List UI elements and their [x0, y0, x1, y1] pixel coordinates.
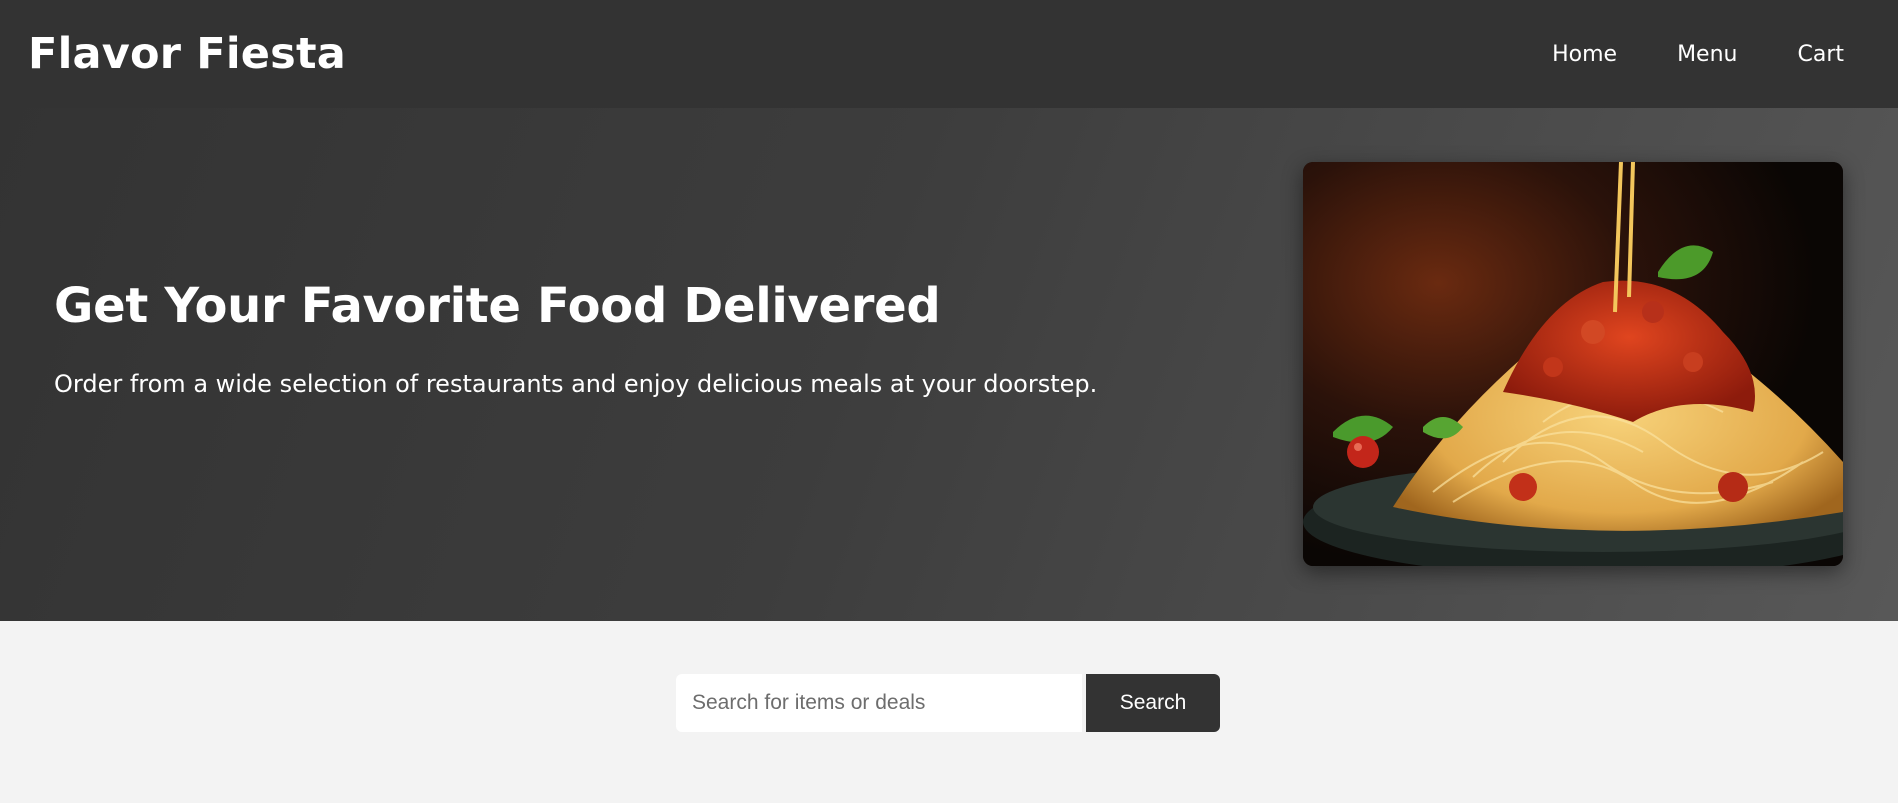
search-input[interactable]	[676, 674, 1082, 732]
hero-text: Get Your Favorite Food Delivered Order f…	[54, 278, 1234, 398]
main-nav: Home Menu Cart	[1552, 42, 1844, 67]
search-bar: Search	[676, 674, 1220, 732]
site-header: Flavor Fiesta Home Menu Cart	[0, 0, 1898, 108]
search-button[interactable]: Search	[1086, 674, 1220, 732]
hero-section: Get Your Favorite Food Delivered Order f…	[0, 108, 1898, 621]
nav-link-menu[interactable]: Menu	[1677, 42, 1737, 67]
nav-link-cart[interactable]: Cart	[1797, 42, 1844, 67]
hero-food-image	[1303, 162, 1843, 566]
hero-title: Get Your Favorite Food Delivered	[54, 278, 941, 334]
nav-link-home[interactable]: Home	[1552, 42, 1617, 67]
brand-logo[interactable]: Flavor Fiesta	[28, 29, 346, 79]
hero-subtitle: Order from a wide selection of restauran…	[54, 370, 1098, 398]
